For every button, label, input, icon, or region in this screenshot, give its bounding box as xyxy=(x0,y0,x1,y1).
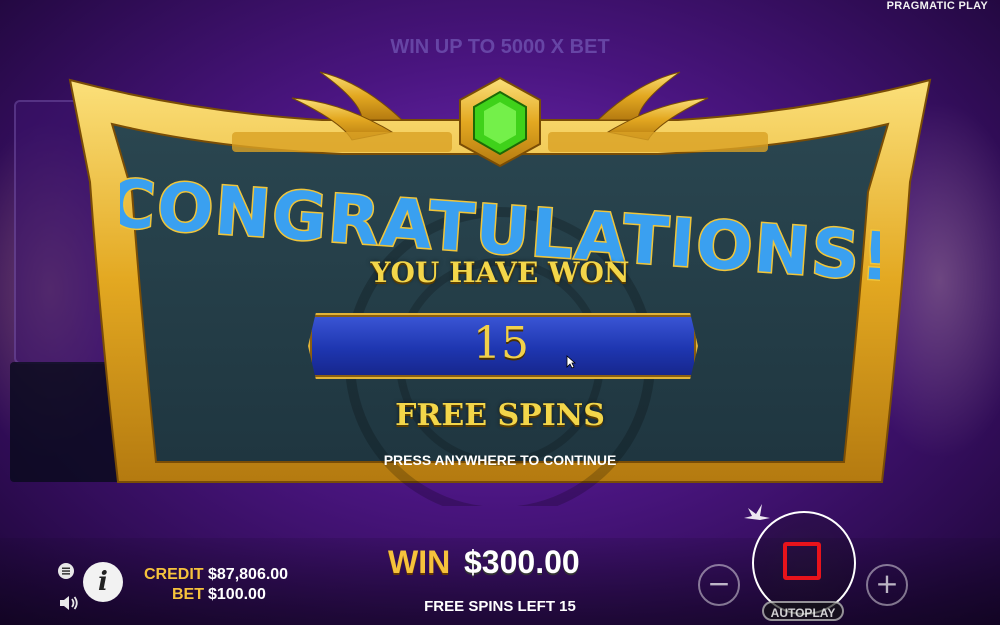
brand-logo: PRAGMATIC PLAY xyxy=(886,0,988,12)
credit-label: CREDIT xyxy=(144,566,204,583)
credit-value: $87,806.00 xyxy=(208,566,289,583)
green-gem-icon xyxy=(473,90,527,156)
you-have-won-label: YOU HAVE WON xyxy=(370,256,630,289)
free-spins-count: 15 xyxy=(473,318,529,369)
menu-icon[interactable] xyxy=(58,563,74,579)
autoplay-button[interactable]: AUTOPLAY xyxy=(762,601,844,621)
free-spins-label: FREE SPINS xyxy=(395,398,605,433)
stop-icon xyxy=(783,542,821,580)
win-label: WIN xyxy=(388,544,451,580)
free-spins-left: FREE SPINS LEFT 15 xyxy=(424,598,576,615)
win-value: $300.00 xyxy=(464,544,580,580)
win-up-banner: WIN UP TO 5000 X BET xyxy=(390,36,610,58)
decrease-bet-button[interactable]: − xyxy=(698,564,740,606)
info-icon[interactable]: i xyxy=(83,562,123,602)
press-to-continue-hint[interactable]: PRESS ANYWHERE TO CONTINUE xyxy=(0,452,1000,468)
sparkle-icon xyxy=(744,504,770,520)
increase-bet-button[interactable]: + xyxy=(866,564,908,606)
mouse-cursor-icon xyxy=(566,355,576,369)
